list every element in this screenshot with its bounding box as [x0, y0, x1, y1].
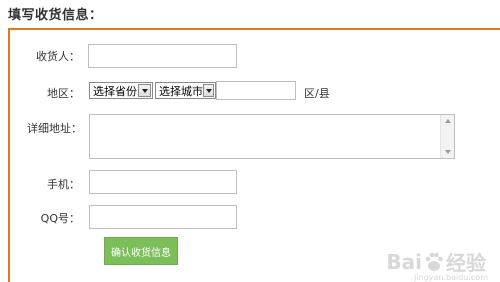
province-select-value: 选择省份 — [93, 84, 137, 98]
district-input[interactable] — [216, 81, 296, 100]
address-textarea[interactable] — [89, 114, 455, 159]
region-label: 地区： — [47, 87, 80, 100]
chevron-down-icon — [203, 84, 214, 97]
phone-label: 手机： — [47, 178, 80, 191]
qq-input[interactable] — [89, 205, 237, 229]
paw-icon — [425, 252, 443, 271]
watermark-url: jingyan.baidu.com — [414, 273, 488, 282]
city-select-value: 选择城市 — [159, 84, 203, 98]
scroll-down-icon[interactable] — [441, 146, 454, 158]
address-label: 详细地址： — [27, 122, 82, 135]
baidu-jingyan-watermark: Bai 经验 — [386, 247, 486, 276]
confirm-button[interactable]: 确认收货信息 — [104, 237, 178, 265]
province-select[interactable]: 选择省份 — [89, 82, 153, 99]
district-label: 区/县 — [304, 87, 330, 100]
address-scrollbar[interactable] — [440, 115, 454, 158]
watermark-brand-left: Bai — [386, 249, 422, 274]
qq-label: QQ号： — [40, 212, 80, 225]
receiver-input[interactable] — [88, 44, 237, 68]
receiver-label: 收货人： — [36, 50, 80, 63]
city-select[interactable]: 选择城市 — [155, 82, 216, 99]
watermark-brand-right: 经验 — [446, 251, 486, 275]
phone-input[interactable] — [89, 170, 237, 194]
chevron-down-icon — [138, 84, 151, 97]
page-title: 填写收货信息： — [8, 8, 103, 23]
scroll-up-icon[interactable] — [441, 115, 454, 127]
